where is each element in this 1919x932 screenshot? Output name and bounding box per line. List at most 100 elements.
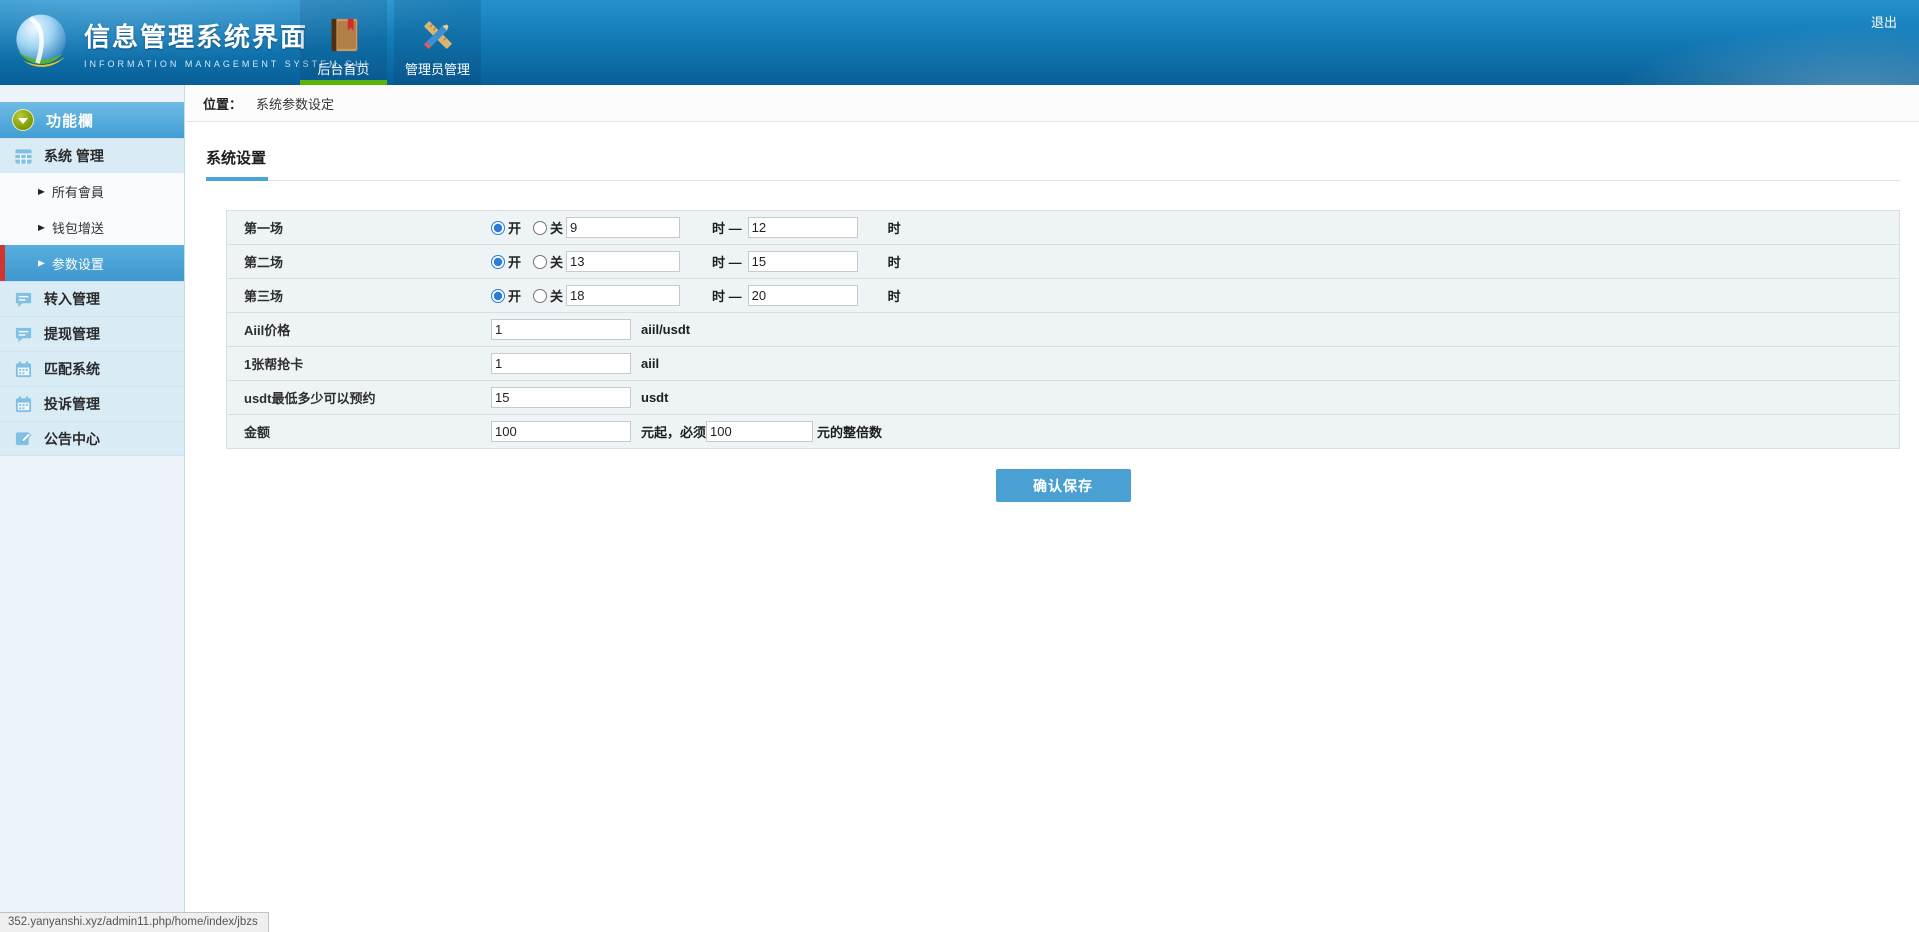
tab-label: 管理员管理	[405, 59, 470, 78]
radio-off[interactable]: 关	[533, 286, 563, 305]
sidebar-panel-header[interactable]: 功能欄	[0, 102, 184, 138]
form-row-3: Aiil价格 aiil/usdt	[226, 313, 1900, 347]
sidebar-item-label: 公告中心	[44, 429, 100, 449]
row-label: 第三场	[227, 286, 491, 305]
sidebar-item-label: 系统 管理	[44, 146, 104, 166]
hour-dash-label: 时 —	[712, 252, 742, 271]
submenu-arrow-icon: ▶	[38, 222, 45, 232]
row-label: 金额	[227, 422, 491, 441]
radio-off-input[interactable]	[533, 221, 547, 235]
row-label: Aiil价格	[227, 320, 491, 339]
sidebar-item-label: 所有會員	[52, 182, 104, 201]
submenu-arrow-icon: ▶	[38, 186, 45, 196]
breadcrumb: 位置： 系统参数设定	[186, 85, 1919, 122]
sidebar: 功能欄 系统 管理 ▶ 所有會員 ▶ 钱包增送 ▶ 参数设置转入管理提现管理匹配系统投诉管理…	[0, 85, 185, 932]
unit-label: usdt	[641, 390, 668, 405]
row-label: 1张帮抢卡	[227, 354, 491, 373]
sidebar-item-label: 投诉管理	[44, 394, 100, 414]
form-row-6: 金额 元起，必须 元的整倍数	[226, 415, 1900, 449]
hour-label: 时	[888, 218, 901, 237]
tab-label: 后台首页	[317, 59, 369, 78]
globe-logo-icon	[10, 11, 74, 75]
app-header: 信息管理系统界面 INFORMATION MANAGEMENT SYSTEM G…	[0, 0, 1919, 85]
radio-on[interactable]: 开	[491, 218, 521, 237]
edit-icon	[13, 429, 33, 449]
hour-dash-label: 时 —	[712, 218, 742, 237]
comment-icon	[13, 289, 33, 309]
calendar-icon	[13, 394, 33, 414]
radio-off[interactable]: 关	[533, 218, 563, 237]
unit-label: aiil/usdt	[641, 322, 690, 337]
radio-off-input[interactable]	[533, 255, 547, 269]
start-hour-input[interactable]	[566, 251, 680, 272]
grid-icon	[13, 146, 33, 166]
header-tabs: 后台首页	[300, 0, 481, 85]
sidebar-item-0[interactable]: 系统 管理	[0, 138, 184, 173]
sidebar-item-5[interactable]: 提现管理	[0, 316, 184, 351]
param-table: 第一场开关时 —时第二场开关时 —时第三场开关时 —时Aiil价格aiil/us…	[226, 210, 1900, 449]
radio-on-input[interactable]	[491, 289, 505, 303]
tab-system-settings[interactable]: 系统设置	[206, 147, 268, 181]
radio-on[interactable]: 开	[491, 252, 521, 271]
save-button-wrap: 确认保存	[226, 469, 1900, 502]
radio-off[interactable]: 关	[533, 252, 563, 271]
panel-header-label: 功能欄	[46, 110, 94, 131]
end-hour-input[interactable]	[748, 217, 858, 238]
sidebar-item-8[interactable]: 公告中心	[0, 421, 184, 456]
sidebar-item-label: 匹配系统	[44, 359, 100, 379]
calendar-icon	[13, 359, 33, 379]
hour-dash-label: 时 —	[712, 286, 742, 305]
sidebar-item-7[interactable]: 投诉管理	[0, 386, 184, 421]
sidebar-item-label: 钱包增送	[52, 218, 104, 237]
comment-icon	[13, 324, 33, 344]
sidebar-item-2[interactable]: ▶ 钱包增送	[0, 209, 184, 245]
sidebar-item-4[interactable]: 转入管理	[0, 281, 184, 316]
sidebar-item-1[interactable]: ▶ 所有會員	[0, 173, 184, 209]
breadcrumb-value: 系统参数设定	[256, 94, 334, 113]
save-button[interactable]: 确认保存	[996, 469, 1131, 502]
hour-label: 时	[888, 286, 901, 305]
logout-link[interactable]: 退出	[1871, 12, 1897, 31]
amount-mid-label: 元起，必须	[641, 422, 706, 441]
row-label: 第二场	[227, 252, 491, 271]
sidebar-item-label: 参数设置	[52, 254, 104, 273]
end-hour-input[interactable]	[748, 251, 858, 272]
row-label: 第一场	[227, 218, 491, 237]
collapse-circle-icon[interactable]	[12, 109, 34, 131]
pencil-ruler-icon	[419, 14, 457, 56]
end-hour-input[interactable]	[748, 285, 858, 306]
form-row-4: 1张帮抢卡 aiil	[226, 347, 1900, 381]
start-hour-input[interactable]	[566, 285, 680, 306]
sidebar-item-6[interactable]: 匹配系统	[0, 351, 184, 386]
radio-off-input[interactable]	[533, 289, 547, 303]
multiple-input[interactable]	[706, 421, 813, 442]
form-row-2: 第三场开关 时 — 时	[226, 279, 1900, 313]
radio-on-input[interactable]	[491, 221, 505, 235]
value-input[interactable]	[491, 387, 631, 408]
radio-on-input[interactable]	[491, 255, 505, 269]
amount-input[interactable]	[491, 421, 631, 442]
breadcrumb-label: 位置：	[203, 94, 242, 113]
form-row-5: usdt最低多少可以预约 usdt	[226, 381, 1900, 415]
sidebar-item-label: 转入管理	[44, 289, 100, 309]
submenu-arrow-icon: ▶	[38, 258, 45, 268]
hour-label: 时	[888, 252, 901, 271]
sidebar-menu: 系统 管理 ▶ 所有會員 ▶ 钱包增送 ▶ 参数设置转入管理提现管理匹配系统投诉管理公告中心	[0, 138, 184, 456]
row-label: usdt最低多少可以预约	[227, 388, 491, 407]
form-row-1: 第二场开关 时 — 时	[226, 245, 1900, 279]
unit-label: aiil	[641, 356, 659, 371]
multiple-unit-label: 元的整倍数	[817, 422, 882, 441]
form-row-0: 第一场开关 时 — 时	[226, 211, 1900, 245]
value-input[interactable]	[491, 319, 631, 340]
sidebar-item-label: 提现管理	[44, 324, 100, 344]
logo-area: 信息管理系统界面 INFORMATION MANAGEMENT SYSTEM G…	[0, 0, 300, 85]
sidebar-item-3[interactable]: ▶ 参数设置	[0, 245, 184, 281]
start-hour-input[interactable]	[566, 217, 680, 238]
radio-on[interactable]: 开	[491, 286, 521, 305]
value-input[interactable]	[491, 353, 631, 374]
section-tabs-bar: 系统设置	[206, 147, 1900, 181]
status-url-tooltip: 352.yanyanshi.xyz/admin11.php/home/index…	[0, 912, 269, 932]
tab-admin-manage[interactable]: 管理员管理	[394, 0, 481, 85]
book-icon	[325, 14, 363, 56]
tab-backend-home[interactable]: 后台首页	[300, 0, 387, 85]
